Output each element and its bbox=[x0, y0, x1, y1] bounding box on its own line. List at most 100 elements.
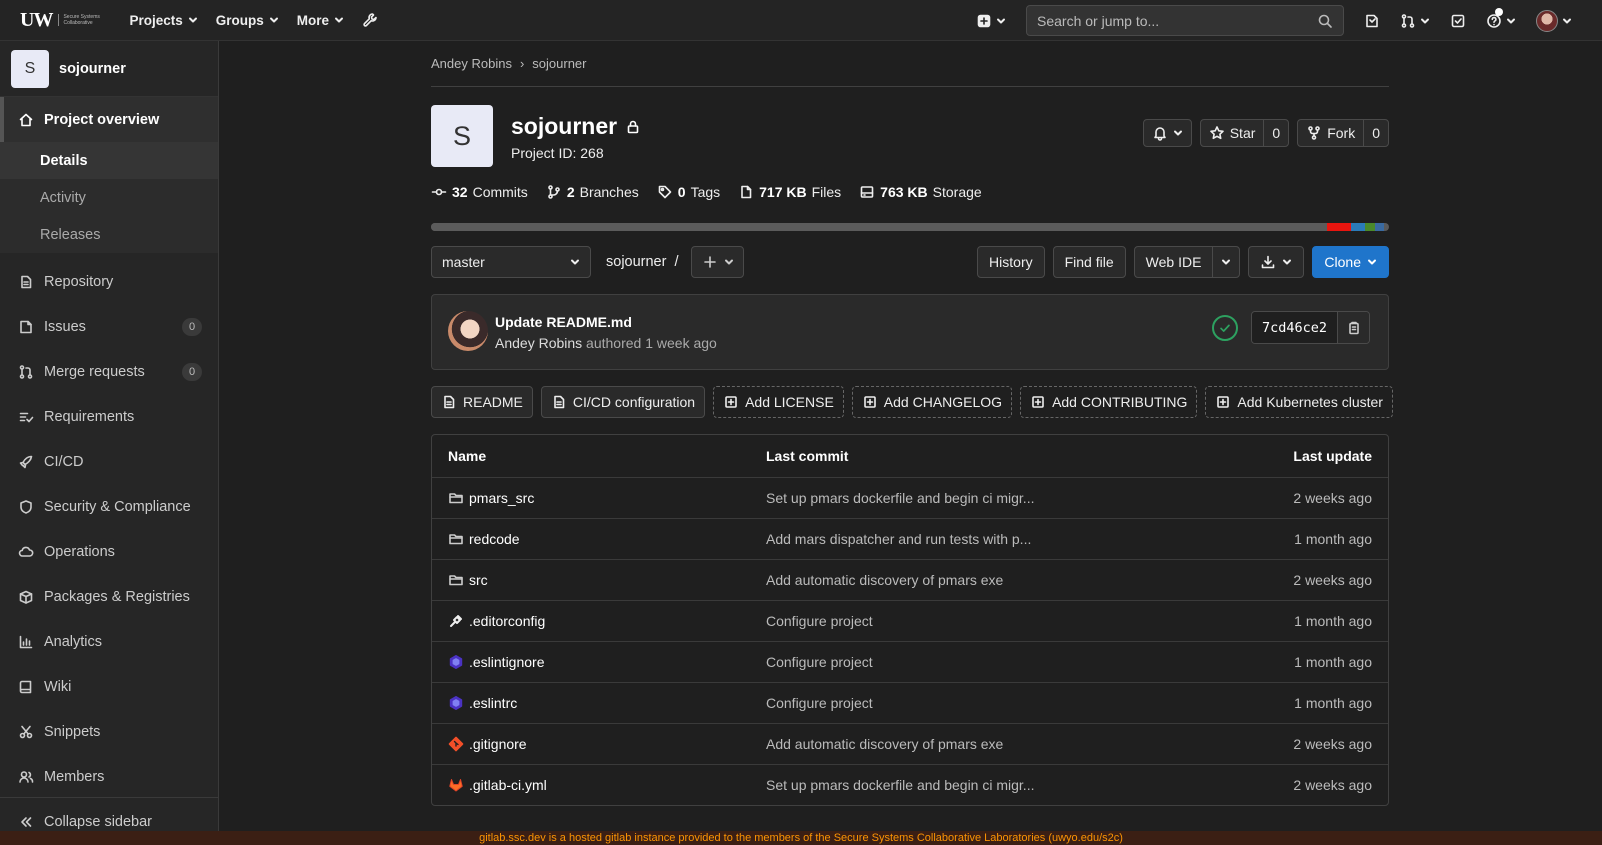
web-ide-dropdown[interactable] bbox=[1212, 247, 1239, 277]
file-name-cell[interactable]: .gitignore bbox=[448, 736, 766, 752]
sidebar-item-requirements[interactable]: Requirements bbox=[0, 394, 218, 439]
commit-title[interactable]: Update README.md bbox=[495, 314, 632, 330]
sidebar-item-project-overview[interactable]: Project overview bbox=[0, 97, 218, 142]
add-to-tree-dropdown[interactable] bbox=[691, 246, 744, 278]
path-root[interactable]: sojourner bbox=[606, 254, 666, 270]
table-row[interactable]: src Add automatic discovery of pmars exe 2… bbox=[432, 559, 1388, 600]
find-file-button[interactable]: Find file bbox=[1052, 246, 1126, 278]
web-ide-button[interactable]: Web IDE bbox=[1135, 247, 1213, 277]
breadcrumb-parent[interactable]: Andey Robins bbox=[431, 56, 512, 71]
copy-sha-button[interactable] bbox=[1337, 312, 1370, 343]
file-name[interactable]: .gitignore bbox=[469, 736, 527, 752]
fork-button[interactable]: Fork 0 bbox=[1297, 119, 1389, 147]
sidebar-item-repository[interactable]: Repository bbox=[0, 259, 218, 304]
file-name[interactable]: .gitlab-ci.yml bbox=[469, 777, 547, 793]
language-segment[interactable] bbox=[1326, 223, 1351, 231]
file-last-commit[interactable]: Configure project bbox=[766, 613, 1212, 629]
search-input[interactable]: Search or jump to... bbox=[1026, 5, 1344, 36]
stat-commits[interactable]: 32 Commits bbox=[431, 184, 528, 200]
breadcrumb-current[interactable]: sojourner bbox=[532, 56, 586, 71]
sidebar-item-snippets[interactable]: Snippets bbox=[0, 709, 218, 754]
readme-link[interactable]: README bbox=[431, 386, 533, 418]
fork-count[interactable]: 0 bbox=[1363, 120, 1388, 146]
file-last-commit[interactable]: Add automatic discovery of pmars exe bbox=[766, 736, 1212, 752]
file-last-commit[interactable]: Add automatic discovery of pmars exe bbox=[766, 572, 1212, 588]
commit-author-avatar[interactable] bbox=[448, 311, 488, 351]
stat-branches[interactable]: 2 Branches bbox=[546, 184, 639, 200]
table-row[interactable]: .editorconfig Configure project 1 month ag… bbox=[432, 600, 1388, 641]
pipeline-passed-icon[interactable] bbox=[1212, 315, 1238, 341]
sidebar-subitem-releases[interactable]: Releases bbox=[0, 216, 218, 253]
star-button[interactable]: Star 0 bbox=[1199, 119, 1290, 147]
new-item-dropdown[interactable] bbox=[976, 13, 1006, 29]
repository-languages-bar[interactable] bbox=[431, 223, 1389, 231]
language-segment[interactable] bbox=[1350, 223, 1366, 231]
file-last-commit[interactable]: Configure project bbox=[766, 695, 1212, 711]
sidebar-item-issues[interactable]: Issues 0 bbox=[0, 304, 218, 349]
star-count[interactable]: 0 bbox=[1263, 120, 1288, 146]
file-name-cell[interactable]: src bbox=[448, 572, 766, 588]
file-name[interactable]: .editorconfig bbox=[469, 613, 545, 629]
sidebar-item-members[interactable]: Members bbox=[0, 754, 218, 799]
help-dropdown[interactable] bbox=[1486, 7, 1516, 29]
notification-settings-button[interactable] bbox=[1142, 119, 1192, 147]
add-license-button[interactable]: Add LICENSE bbox=[713, 386, 844, 418]
table-row[interactable]: .eslintignore Configure project 1 month ag… bbox=[432, 641, 1388, 682]
file-name-cell[interactable]: .gitlab-ci.yml bbox=[448, 777, 766, 793]
file-name[interactable]: .eslintrc bbox=[469, 695, 517, 711]
sidebar-item-packages-registries[interactable]: Packages & Registries bbox=[0, 574, 218, 619]
file-last-commit[interactable]: Set up pmars dockerfile and begin ci mig… bbox=[766, 490, 1212, 506]
sidebar-item-security-compliance[interactable]: Security & Compliance bbox=[0, 484, 218, 529]
stat-storage[interactable]: 763 KB Storage bbox=[859, 184, 982, 200]
file-name-cell[interactable]: .editorconfig bbox=[448, 613, 766, 629]
file-last-commit[interactable]: Configure project bbox=[766, 654, 1212, 670]
history-button[interactable]: History bbox=[977, 246, 1045, 278]
language-segment[interactable] bbox=[431, 223, 1327, 231]
language-segment[interactable] bbox=[1365, 223, 1375, 231]
stat-files[interactable]: 717 KB Files bbox=[738, 184, 841, 200]
table-row[interactable]: pmars_src Set up pmars dockerfile and beg… bbox=[432, 477, 1388, 518]
sidebar-item-ci-cd[interactable]: CI/CD bbox=[0, 439, 218, 484]
admin-wrench-button[interactable] bbox=[362, 12, 378, 28]
file-name-cell[interactable]: redcode bbox=[448, 531, 766, 547]
more-menu[interactable]: More bbox=[297, 13, 344, 28]
ci-cd-configuration-link[interactable]: CI/CD configuration bbox=[540, 386, 706, 418]
groups-menu[interactable]: Groups bbox=[216, 13, 279, 28]
table-row[interactable]: .eslintrc Configure project 1 month ago bbox=[432, 682, 1388, 723]
file-name[interactable]: redcode bbox=[469, 531, 520, 547]
commit-author[interactable]: Andey Robins bbox=[495, 335, 582, 351]
issues-shortcut[interactable] bbox=[1364, 13, 1380, 29]
commit-sha[interactable]: 7cd46ce2 bbox=[1252, 312, 1338, 343]
uw-logo[interactable]: UW Secure Systems Collaborative bbox=[20, 9, 104, 32]
table-row[interactable]: redcode Add mars dispatcher and run tests… bbox=[432, 518, 1388, 559]
file-name-cell[interactable]: .eslintrc bbox=[448, 695, 766, 711]
language-segment[interactable] bbox=[1374, 223, 1385, 231]
sidebar-subitem-details[interactable]: Details bbox=[0, 142, 218, 179]
user-menu[interactable] bbox=[1536, 9, 1572, 32]
projects-menu[interactable]: Projects bbox=[129, 13, 197, 28]
sidebar-item-analytics[interactable]: Analytics bbox=[0, 619, 218, 664]
clone-dropdown[interactable]: Clone bbox=[1312, 246, 1389, 278]
file-name-cell[interactable]: .eslintignore bbox=[448, 654, 766, 670]
download-dropdown[interactable] bbox=[1248, 246, 1305, 278]
add-contributing-button[interactable]: Add CONTRIBUTING bbox=[1020, 386, 1198, 418]
sidebar-project-header[interactable]: S sojourner bbox=[0, 41, 218, 97]
file-name[interactable]: pmars_src bbox=[469, 490, 534, 506]
add-changelog-button[interactable]: Add CHANGELOG bbox=[851, 386, 1013, 418]
file-name[interactable]: .eslintignore bbox=[469, 654, 545, 670]
file-name-cell[interactable]: pmars_src bbox=[448, 490, 766, 506]
todos-shortcut[interactable] bbox=[1450, 13, 1466, 29]
table-row[interactable]: .gitlab-ci.yml Set up pmars dockerfile an… bbox=[432, 764, 1388, 805]
sidebar-item-wiki[interactable]: Wiki bbox=[0, 664, 218, 709]
merge-requests-shortcut[interactable] bbox=[1400, 13, 1430, 29]
stat-tags[interactable]: 0 Tags bbox=[657, 184, 720, 200]
add-kubernetes-cluster-button[interactable]: Add Kubernetes cluster bbox=[1205, 386, 1393, 418]
table-row[interactable]: .gitignore Add automatic discovery of pma… bbox=[432, 723, 1388, 764]
sidebar-item-merge-requests[interactable]: Merge requests 0 bbox=[0, 349, 218, 394]
file-last-commit[interactable]: Add mars dispatcher and run tests with p… bbox=[766, 531, 1212, 547]
branch-selector[interactable]: master bbox=[431, 246, 591, 278]
file-last-commit[interactable]: Set up pmars dockerfile and begin ci mig… bbox=[766, 777, 1212, 793]
sidebar-item-operations[interactable]: Operations bbox=[0, 529, 218, 574]
sidebar-subitem-activity[interactable]: Activity bbox=[0, 179, 218, 216]
file-name[interactable]: src bbox=[469, 572, 488, 588]
